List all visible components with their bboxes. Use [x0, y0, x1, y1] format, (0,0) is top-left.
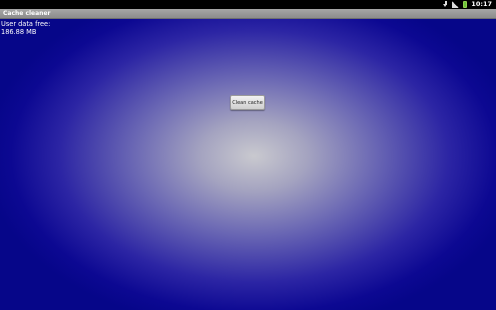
app-title: Cache cleaner: [3, 10, 51, 17]
main-content: User data free: 186.88 MB Clean cache: [0, 19, 496, 310]
status-icons: 10:17: [443, 0, 492, 9]
user-data-free-value: 186.88 MB: [1, 28, 37, 36]
clean-cache-button[interactable]: Clean cache: [230, 95, 265, 110]
battery-icon: [463, 1, 468, 8]
download-icon: [443, 1, 448, 8]
signal-icon: [452, 1, 460, 8]
status-bar: 10:17: [0, 0, 496, 9]
status-clock: 10:17: [471, 0, 492, 8]
user-data-free-label: User data free:: [1, 20, 51, 28]
title-bar: Cache cleaner: [0, 9, 496, 19]
device-screen: 10:17 Cache cleaner User data free: 186.…: [0, 0, 496, 310]
